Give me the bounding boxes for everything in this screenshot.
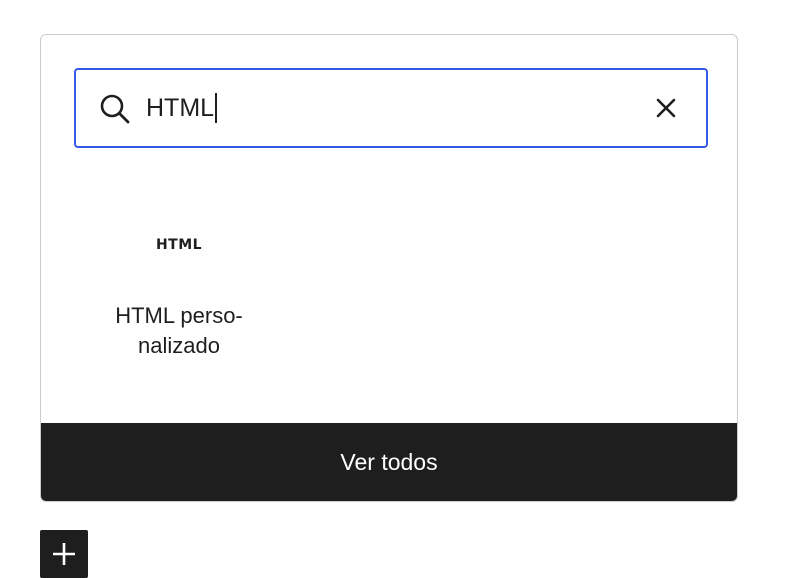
search-icon bbox=[100, 94, 130, 124]
block-inserter-popover: HTML HTML HTML perso- nalizado Ver todos bbox=[40, 34, 738, 502]
add-block-button[interactable] bbox=[40, 530, 88, 578]
search-input-value: HTML bbox=[146, 94, 215, 122]
browse-all-label: Ver todos bbox=[340, 448, 438, 475]
block-result-label-line1: HTML perso- bbox=[115, 303, 243, 328]
search-field[interactable]: HTML bbox=[74, 68, 708, 148]
block-result-custom-html[interactable]: HTML HTML perso- nalizado bbox=[89, 205, 269, 361]
block-result-label-line2: nalizado bbox=[138, 333, 220, 358]
html-block-icon: HTML bbox=[155, 237, 203, 253]
search-input[interactable]: HTML bbox=[146, 70, 218, 146]
text-caret bbox=[215, 93, 218, 123]
close-icon[interactable] bbox=[650, 92, 682, 124]
browse-all-button[interactable]: Ver todos bbox=[41, 423, 737, 501]
block-result-label: HTML perso- nalizado bbox=[89, 301, 269, 361]
